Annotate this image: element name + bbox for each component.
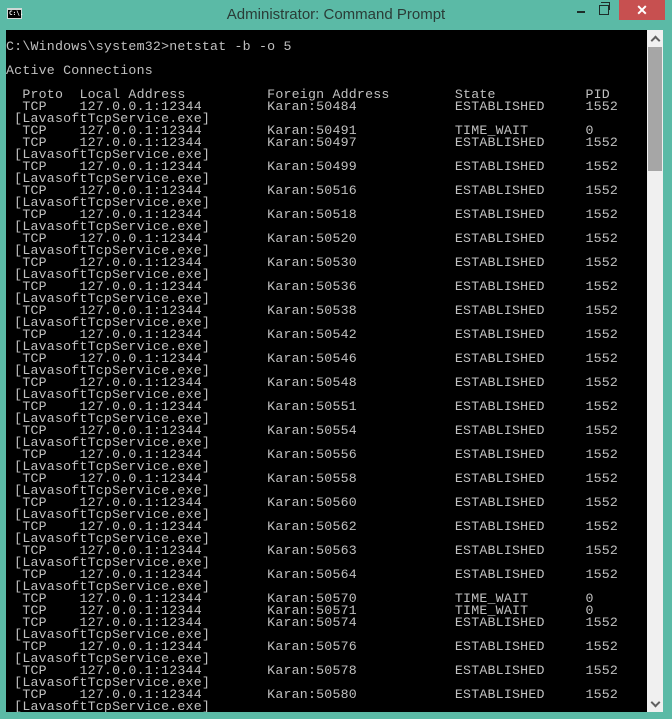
scroll-thumb[interactable] (648, 47, 662, 171)
process-name: [LavasoftTcpService.exe] (6, 699, 211, 712)
vertical-scrollbar[interactable] (647, 30, 663, 712)
section-title: Active Connections (6, 63, 153, 78)
restore-button[interactable] (591, 0, 617, 20)
minimize-icon (577, 11, 585, 13)
scroll-down-button[interactable] (647, 696, 663, 712)
scroll-up-button[interactable] (647, 30, 663, 46)
command-line: C:\Windows\system32>netstat -b -o 5 (6, 39, 618, 54)
chevron-up-icon (650, 35, 660, 45)
close-icon: ✕ (636, 1, 648, 18)
close-button[interactable]: ✕ (619, 0, 665, 20)
chevron-down-icon (650, 697, 660, 707)
title-bar[interactable]: C:\. Administrator: Command Prompt ✕ (0, 0, 672, 30)
command: netstat -b -o 5 (169, 39, 292, 54)
console-text: C:\Windows\system32>netstat -b -o 5 Activ… (6, 39, 618, 712)
restore-icon (599, 2, 610, 15)
console-output[interactable]: C:\Windows\system32>netstat -b -o 5 Activ… (6, 30, 647, 712)
prompt: C:\Windows\system32> (6, 39, 170, 54)
